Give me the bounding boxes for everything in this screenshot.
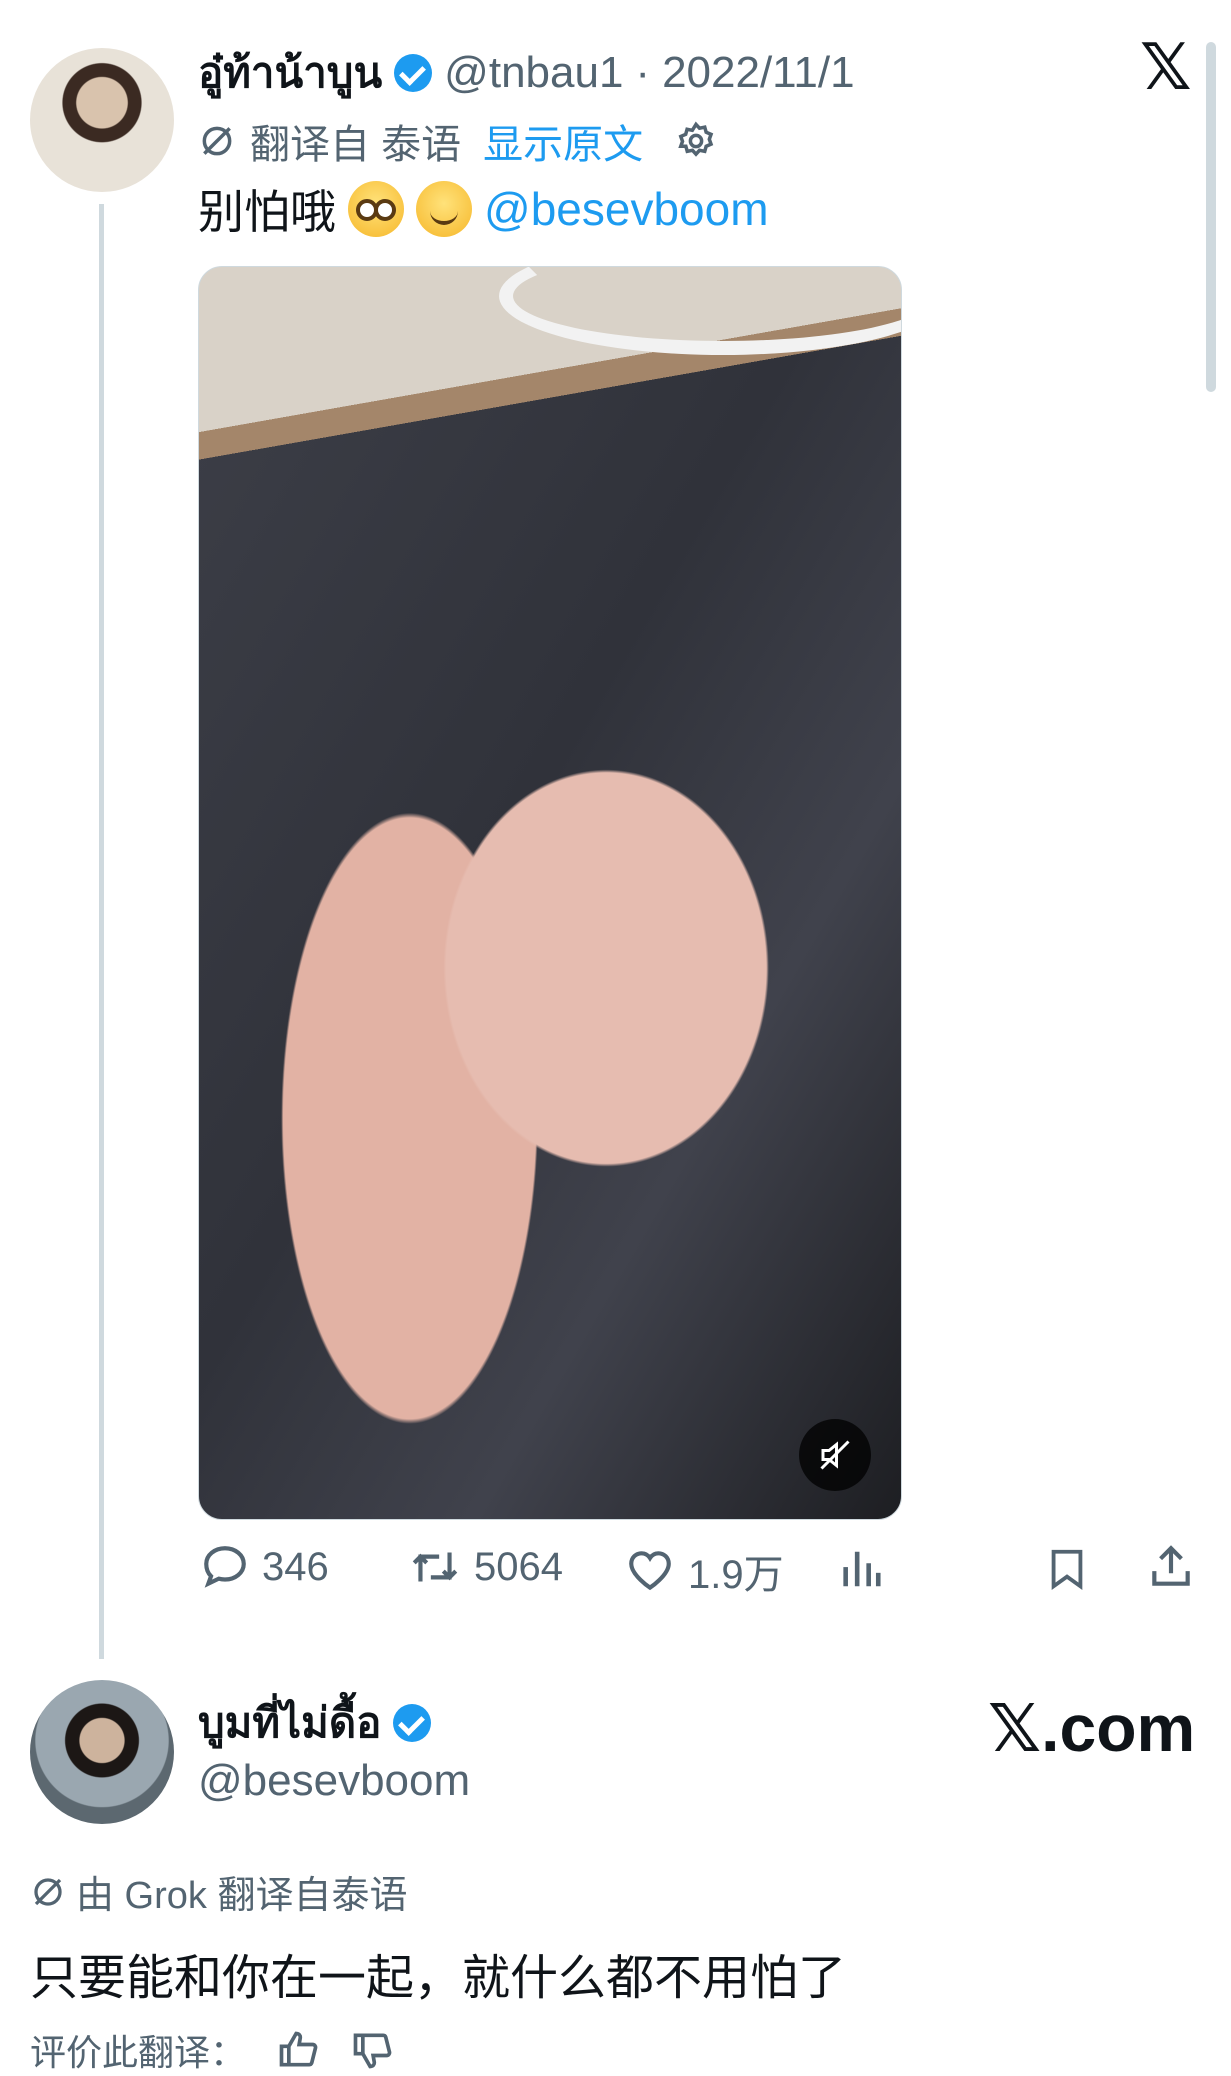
heart-icon bbox=[629, 1551, 671, 1591]
share-icon bbox=[1152, 1545, 1190, 1586]
tweet-video[interactable] bbox=[198, 266, 902, 1520]
table-edge bbox=[499, 267, 901, 355]
rate-label: 评价此翻译： bbox=[30, 2032, 247, 2073]
tweet2-header: บูมที่ไม่ดื้อ bbox=[198, 1690, 432, 1756]
scrollbar[interactable] bbox=[1206, 42, 1216, 392]
tweet1-header: อู๋ท้าน้าบูน @tnbau1 · 2022/11/1 bbox=[198, 40, 855, 106]
tweet2-text: 只要能和你在一起，就什么都不用怕了 bbox=[30, 1952, 847, 2005]
share-button[interactable] bbox=[1146, 1542, 1196, 1592]
mute-toggle-button[interactable] bbox=[799, 1419, 871, 1491]
smiling-face-emoji-icon bbox=[416, 181, 472, 237]
rate-translation-row: 评价此翻译： bbox=[30, 2024, 394, 2076]
translate-icon bbox=[34, 1877, 62, 1906]
grok-translation-row: 由 Grok 翻译自泰语 bbox=[30, 1864, 407, 1919]
bookmark-icon bbox=[1051, 1549, 1083, 1590]
pleading-face-emoji-icon bbox=[348, 181, 404, 237]
display-name[interactable]: อู๋ท้าน้าบูน bbox=[198, 40, 382, 106]
x-com-brand[interactable]: 𝕏.com bbox=[988, 1690, 1195, 1767]
retweet-icon bbox=[412, 1552, 458, 1582]
reply-count: 346 bbox=[262, 1544, 329, 1589]
bookmark-button[interactable] bbox=[1044, 1544, 1090, 1594]
thread-connector-line bbox=[99, 204, 104, 1659]
avatar-tnbau1[interactable] bbox=[30, 48, 174, 192]
handle[interactable]: @tnbau1 bbox=[444, 48, 623, 98]
translate-icon bbox=[202, 126, 232, 156]
retweet-count: 5064 bbox=[474, 1544, 563, 1589]
close-icon[interactable]: 𝕏 bbox=[1140, 30, 1192, 105]
views-button[interactable] bbox=[838, 1546, 884, 1592]
tweet1-text: 别怕哦 @besevboom bbox=[198, 176, 769, 242]
translated-from-label: 翻译自 泰语 bbox=[250, 123, 462, 167]
thumbs-up-icon[interactable] bbox=[276, 2028, 320, 2072]
retweet-button[interactable]: 5064 bbox=[408, 1542, 563, 1592]
display-name[interactable]: บูมที่ไม่ดื้อ bbox=[198, 1690, 381, 1756]
avatar-besevboom[interactable] bbox=[30, 1680, 174, 1824]
verified-badge-icon bbox=[394, 54, 433, 92]
thumbs-down-icon[interactable] bbox=[350, 2028, 394, 2072]
muted-speaker-icon bbox=[820, 1440, 850, 1470]
tweet-body: 别怕哦 bbox=[198, 186, 336, 238]
mention-link[interactable]: @besevboom bbox=[484, 182, 769, 236]
analytics-bars-icon bbox=[843, 1551, 881, 1587]
timestamp[interactable]: 2022/11/1 bbox=[662, 48, 854, 98]
verified-badge-icon bbox=[393, 1704, 432, 1742]
like-count: 1.9万 bbox=[688, 1553, 784, 1597]
reply-button[interactable]: 346 bbox=[200, 1542, 329, 1592]
settings-gear-icon[interactable] bbox=[675, 120, 717, 162]
grok-translation-label: 由 Grok 翻译自泰语 bbox=[76, 1875, 408, 1917]
reply-icon bbox=[204, 1546, 246, 1588]
like-button[interactable]: 1.9万 bbox=[624, 1542, 784, 1600]
handle[interactable]: @besevboom bbox=[198, 1756, 470, 1806]
translation-row: 翻译自 泰语 显示原文 bbox=[198, 112, 717, 170]
separator: · bbox=[635, 48, 651, 97]
show-original-link[interactable]: 显示原文 bbox=[483, 112, 643, 170]
